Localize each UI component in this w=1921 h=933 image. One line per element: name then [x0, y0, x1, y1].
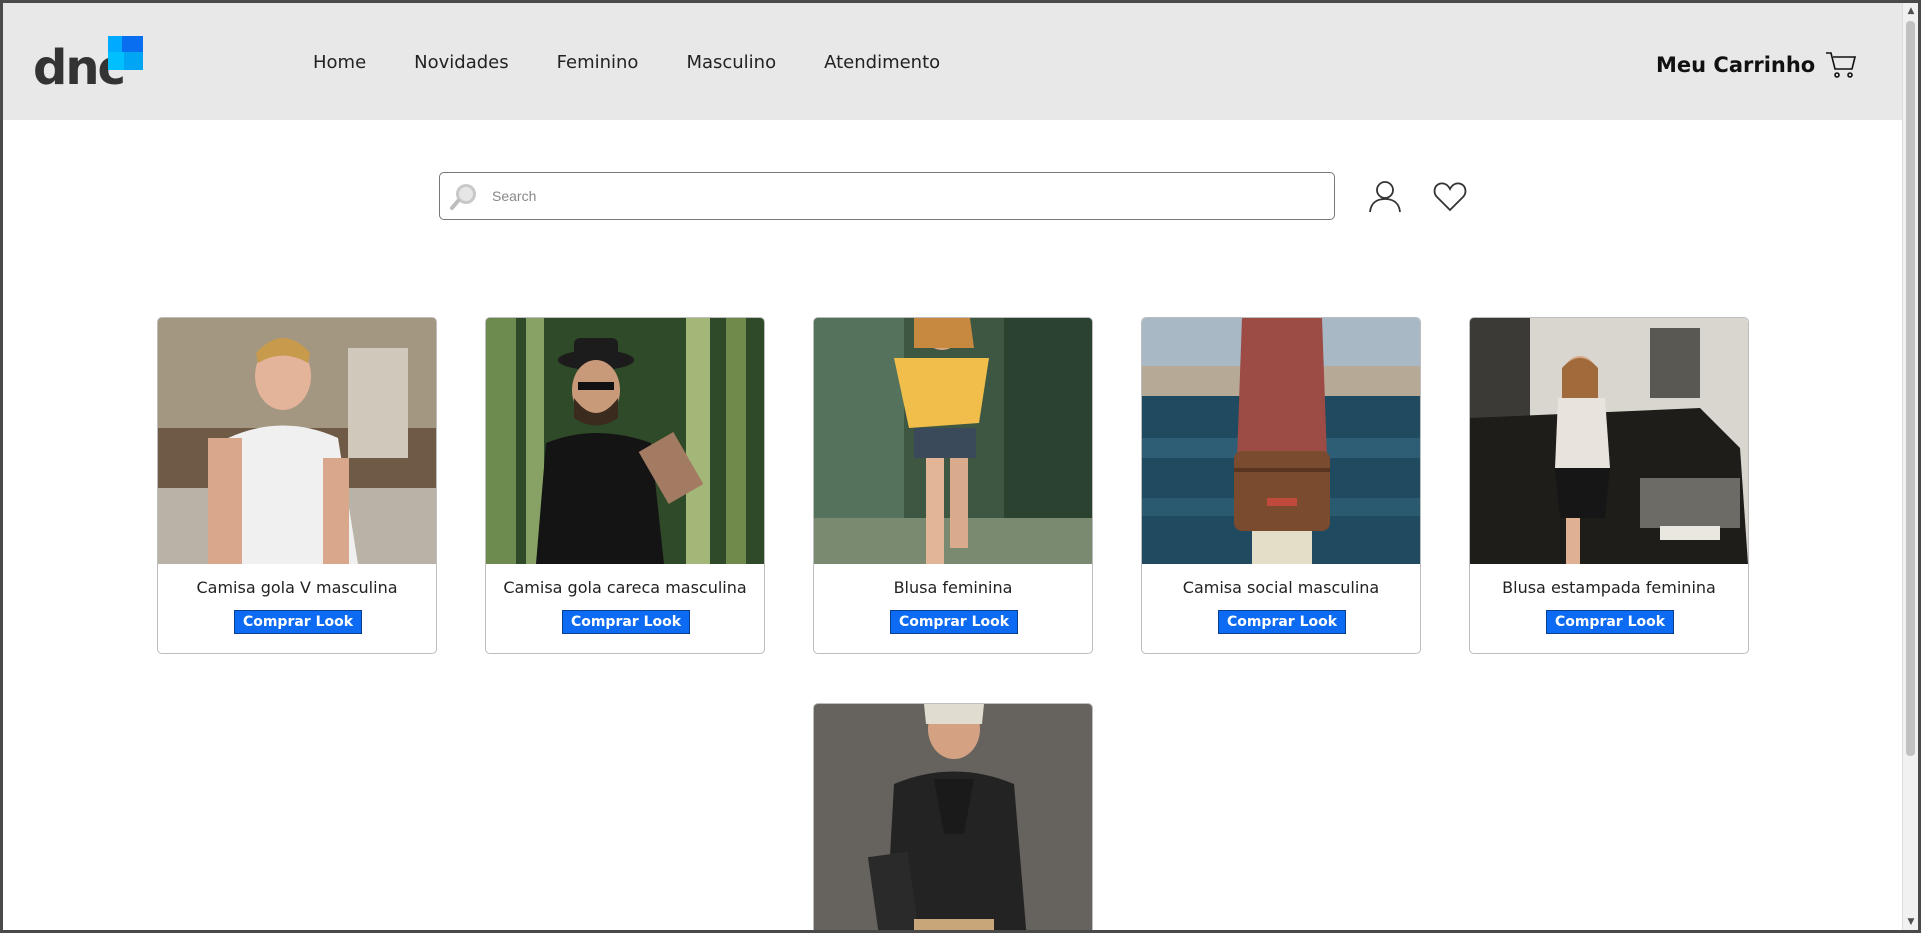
- scroll-down-arrow-icon[interactable]: ▼: [1903, 914, 1919, 930]
- search-bar: [439, 172, 1335, 220]
- product-card: [813, 703, 1093, 930]
- scroll-up-arrow-icon[interactable]: ▲: [1903, 3, 1919, 19]
- nav-item-novidades[interactable]: Novidades: [414, 51, 508, 75]
- main-nav: Home Novidades Feminino Masculino Atendi…: [313, 51, 988, 75]
- buy-look-button[interactable]: Comprar Look: [890, 610, 1018, 634]
- product-name: Blusa estampada feminina: [1502, 578, 1716, 597]
- product-image-woman-yellow-blouse[interactable]: [814, 318, 1092, 564]
- logo-square: [108, 52, 124, 70]
- product-image-woman-printed-blouse[interactable]: [1470, 318, 1748, 564]
- product-image-man-black-tshirt[interactable]: [486, 318, 764, 564]
- buy-look-button[interactable]: Comprar Look: [234, 610, 362, 634]
- vertical-scrollbar[interactable]: ▲ ▼: [1902, 3, 1918, 930]
- nav-item-home[interactable]: Home: [313, 51, 366, 75]
- product-image-man-social-shirt[interactable]: [1142, 318, 1420, 564]
- product-card: Blusa estampada feminina Comprar Look: [1469, 317, 1749, 654]
- product-card: Blusa feminina Comprar Look: [813, 317, 1093, 654]
- cart-label: Meu Carrinho: [1656, 53, 1816, 77]
- product-card: Camisa gola V masculina Comprar Look: [157, 317, 437, 654]
- nav-item-feminino[interactable]: Feminino: [557, 51, 639, 75]
- buy-look-button[interactable]: Comprar Look: [562, 610, 690, 634]
- search-icon[interactable]: [449, 180, 481, 212]
- dnc-logo[interactable]: dnc: [33, 34, 145, 94]
- scrollbar-thumb[interactable]: [1906, 21, 1915, 756]
- buy-look-button[interactable]: Comprar Look: [1218, 610, 1346, 634]
- browser-page: dnc Home Novidades Feminino Masculino At…: [3, 3, 1902, 930]
- cart-link[interactable]: Meu Carrinho: [1656, 49, 1857, 81]
- product-card: Camisa social masculina Comprar Look: [1141, 317, 1421, 654]
- nav-item-atendimento[interactable]: Atendimento: [824, 51, 940, 75]
- user-icon[interactable]: [1368, 179, 1402, 213]
- product-image-woman-dark-shirt[interactable]: [814, 704, 1092, 930]
- site-header: dnc Home Novidades Feminino Masculino At…: [3, 3, 1902, 120]
- product-name: Blusa feminina: [893, 578, 1013, 597]
- product-name: Camisa gola careca masculina: [503, 578, 747, 597]
- logo-square: [122, 52, 143, 70]
- search-input[interactable]: [492, 183, 1312, 209]
- product-name: Camisa gola V masculina: [196, 578, 398, 597]
- product-name: Camisa social masculina: [1182, 578, 1380, 597]
- nav-item-masculino[interactable]: Masculino: [686, 51, 776, 75]
- product-card: Camisa gola careca masculina Comprar Loo…: [485, 317, 765, 654]
- buy-look-button[interactable]: Comprar Look: [1546, 610, 1674, 634]
- cart-icon: [1826, 52, 1857, 78]
- product-image-man-white-tshirt[interactable]: [158, 318, 436, 564]
- heart-icon[interactable]: [1433, 181, 1467, 213]
